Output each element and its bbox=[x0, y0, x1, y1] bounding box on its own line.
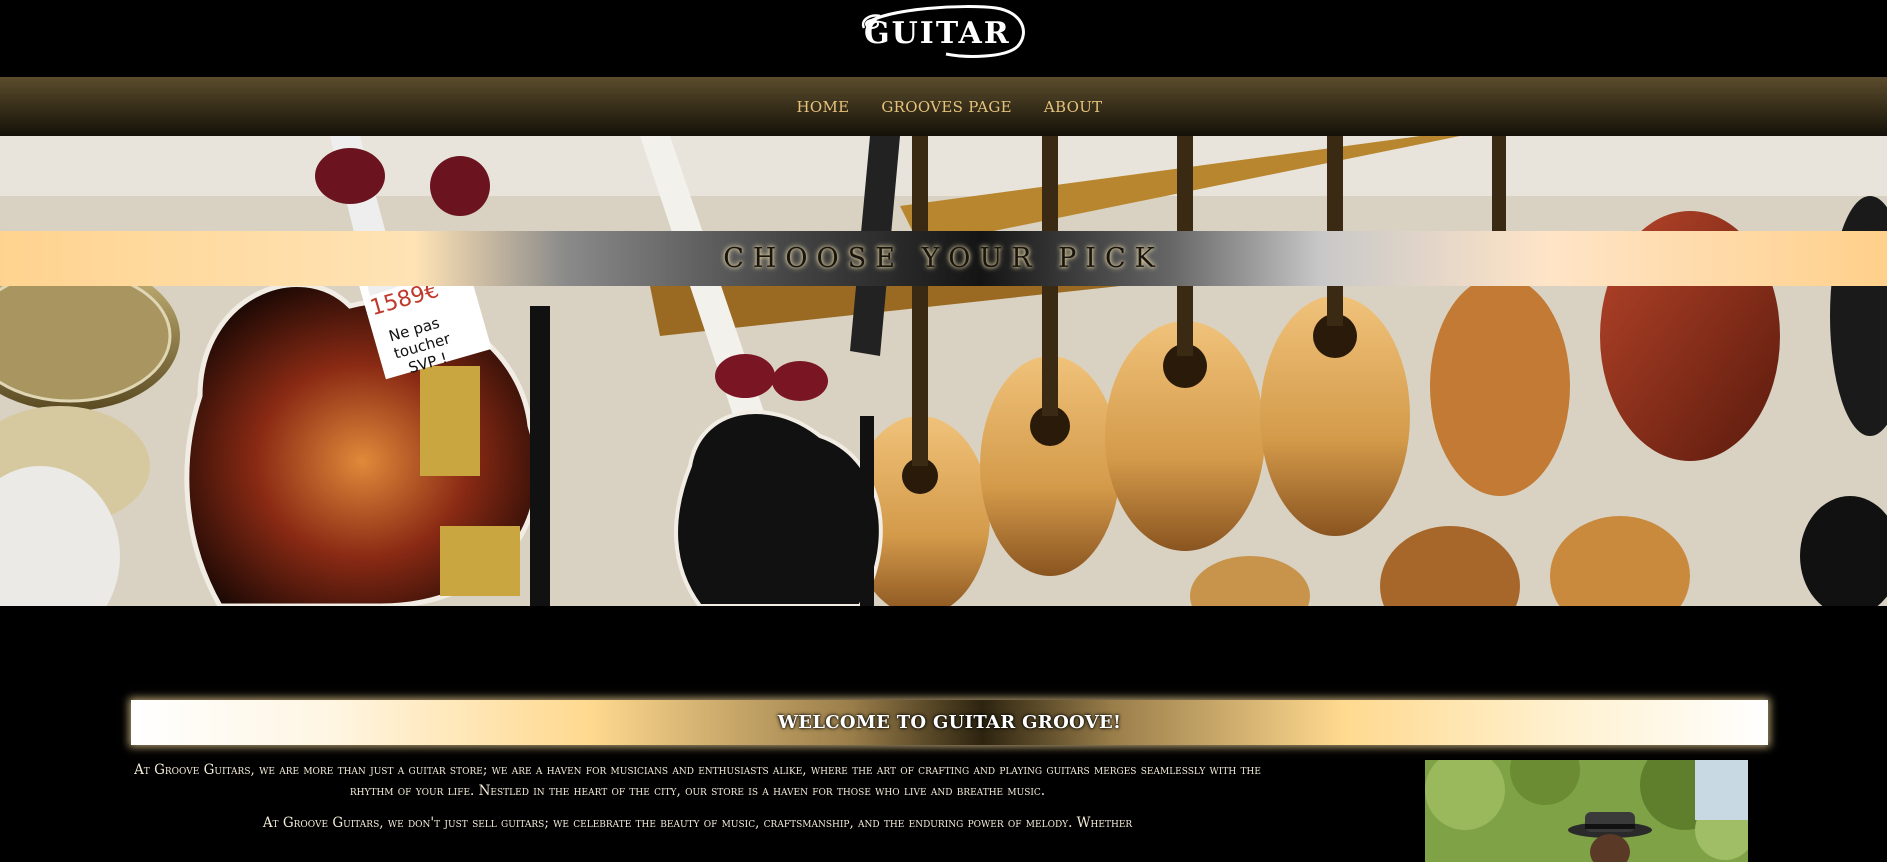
header: GUITAR bbox=[0, 0, 1887, 77]
intro-paragraph-1: At Groove Guitars, we are more than just… bbox=[134, 762, 1261, 799]
nav-link-about[interactable]: ABOUT bbox=[1044, 98, 1103, 116]
musician-photo bbox=[1425, 760, 1748, 862]
nav-link-home[interactable]: HOME bbox=[797, 98, 850, 116]
welcome-banner: WELCOME TO GUITAR GROOVE! bbox=[131, 700, 1768, 745]
logo-text: GUITAR bbox=[864, 16, 1011, 51]
guitar-store-image: 1589€ Ne pas toucher SVP ! bbox=[0, 136, 1887, 606]
nav-link-grooves-page[interactable]: GROOVES PAGE bbox=[881, 98, 1012, 116]
guitar-logo[interactable]: GUITAR bbox=[846, 2, 1032, 62]
musician-image bbox=[1425, 760, 1748, 862]
intro-paragraph-2: At Groove Guitars, we don't just sell gu… bbox=[262, 815, 1133, 831]
hero-title: CHOOSE YOUR PICK bbox=[723, 243, 1164, 274]
main-navigation: HOME GROOVES PAGE ABOUT bbox=[0, 77, 1887, 136]
welcome-content: At Groove Guitars, we are more than just… bbox=[131, 760, 1264, 845]
nav-menu: HOME GROOVES PAGE ABOUT bbox=[0, 77, 1887, 136]
hero-title-band: CHOOSE YOUR PICK bbox=[0, 231, 1887, 286]
welcome-title: WELCOME TO GUITAR GROOVE! bbox=[777, 712, 1122, 733]
hero-banner: 1589€ Ne pas toucher SVP ! CHOOSE YOUR P… bbox=[0, 136, 1887, 606]
